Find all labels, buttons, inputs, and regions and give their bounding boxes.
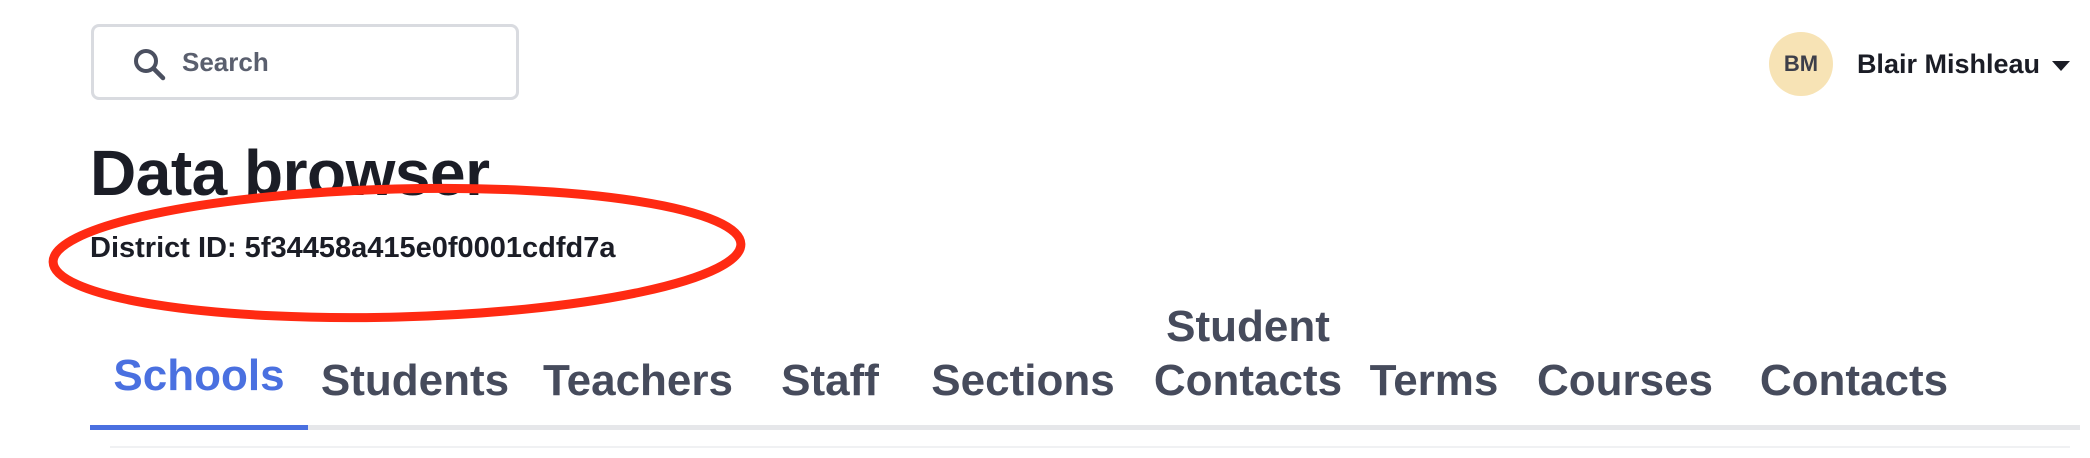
search-box[interactable] <box>91 24 519 100</box>
tab-staff[interactable]: Staff <box>754 300 906 430</box>
user-menu[interactable]: BM Blair Mishleau <box>1768 32 2070 96</box>
tab-bar: Schools Students Teachers Staff Sections… <box>90 300 2080 430</box>
tab-schools[interactable]: Schools <box>90 300 308 430</box>
tab-student-contacts[interactable]: Student Contacts <box>1140 300 1356 430</box>
search-icon <box>134 49 166 81</box>
tab-students[interactable]: Students <box>308 300 522 430</box>
tab-teachers[interactable]: Teachers <box>522 300 754 430</box>
district-id: District ID: 5f34458a415e0f0001cdfd7a <box>90 232 616 264</box>
caret-down-icon[interactable] <box>2052 61 2070 71</box>
page: BM Blair Mishleau Data browser District … <box>0 0 2090 458</box>
content-panel-edge <box>110 446 2070 458</box>
tab-terms[interactable]: Terms <box>1356 300 1512 430</box>
user-name[interactable]: Blair Mishleau <box>1857 49 2040 80</box>
tab-sections[interactable]: Sections <box>906 300 1140 430</box>
tab-contacts[interactable]: Contacts <box>1738 300 1970 430</box>
search-input[interactable] <box>182 27 502 97</box>
tab-courses[interactable]: Courses <box>1512 300 1738 430</box>
avatar[interactable]: BM <box>1768 32 1833 96</box>
page-title: Data browser <box>90 137 490 209</box>
